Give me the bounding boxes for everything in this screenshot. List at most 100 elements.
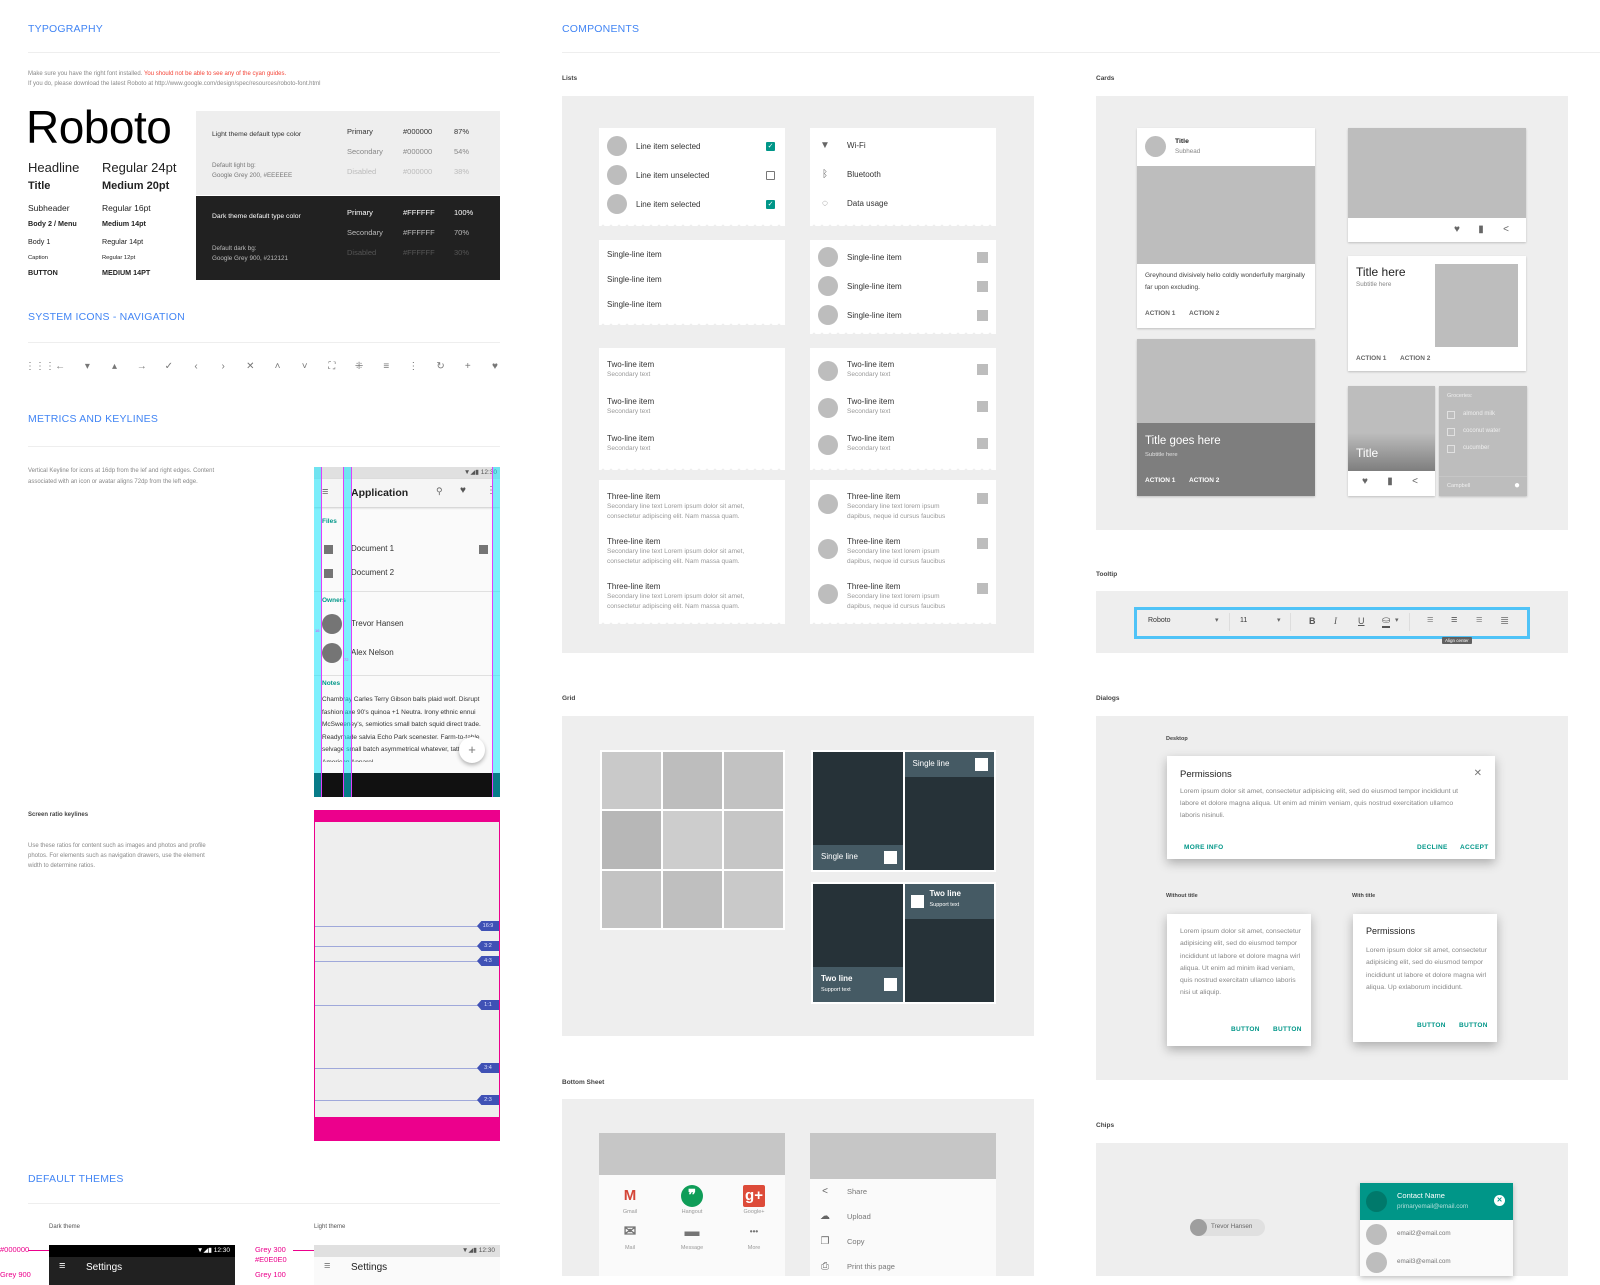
list-item-icon[interactable] xyxy=(977,493,988,504)
list-item-icon[interactable] xyxy=(977,438,988,449)
grid-tile[interactable]: Two line Support text xyxy=(904,884,994,1002)
contact-chip[interactable]: Trevor Hansen xyxy=(1190,1219,1265,1236)
search-icon[interactable]: ⚲ xyxy=(436,486,443,497)
list-item-primary[interactable]: Three-line item xyxy=(607,537,660,546)
list-item-primary[interactable]: Two-line item xyxy=(607,397,654,406)
list-item-icon[interactable] xyxy=(977,538,988,549)
align-left-icon[interactable]: ≡ xyxy=(1427,614,1433,626)
card-action-1[interactable]: ACTION 1 xyxy=(1145,477,1175,484)
share-app[interactable]: ••• More xyxy=(723,1221,785,1251)
list-item-label[interactable]: Line item selected xyxy=(636,142,700,151)
tile-checkbox[interactable] xyxy=(883,851,897,864)
font-select[interactable]: Roboto xyxy=(1148,617,1171,624)
grid-image-tile[interactable] xyxy=(602,870,661,928)
list-item-primary[interactable]: Three-line item xyxy=(847,492,900,501)
grid-image-tile[interactable] xyxy=(663,870,722,928)
fill-color-icon[interactable]: ⛀ xyxy=(1382,615,1391,628)
card-action-1[interactable]: ACTION 1 xyxy=(1356,355,1386,362)
underline-button[interactable]: U xyxy=(1358,616,1365,626)
place-icon[interactable]: ● xyxy=(1514,480,1520,491)
share-icon[interactable]: < xyxy=(1408,476,1422,487)
checkbox[interactable] xyxy=(1447,445,1455,453)
card-action-2[interactable]: ACTION 2 xyxy=(1400,355,1430,362)
share-app[interactable]: M Gmail xyxy=(599,1185,661,1215)
chevron-down-icon[interactable]: ▾ xyxy=(1215,616,1219,624)
remove-chip-icon[interactable]: ✕ xyxy=(1494,1195,1505,1206)
checkbox[interactable] xyxy=(766,171,775,180)
list-item-label[interactable]: Data usage xyxy=(847,199,888,208)
italic-button[interactable]: I xyxy=(1334,616,1337,626)
dialog-button[interactable]: BUTTON xyxy=(1231,1026,1260,1033)
share-app[interactable]: ❞ Hangout xyxy=(661,1185,723,1215)
list-item-icon[interactable] xyxy=(977,364,988,375)
grid-tile[interactable]: Two line Support text xyxy=(813,884,903,1002)
email-option[interactable]: email3@email.com xyxy=(1360,1248,1513,1276)
list-item-icon[interactable] xyxy=(977,281,988,292)
list-item[interactable]: Single-line item xyxy=(847,253,902,262)
chevron-down-icon[interactable]: ▾ xyxy=(1277,616,1281,624)
grid-image-tile[interactable] xyxy=(602,752,661,810)
file-action-icon[interactable] xyxy=(479,545,488,554)
checkbox[interactable] xyxy=(1447,428,1455,436)
share-icon[interactable]: < xyxy=(1499,224,1513,235)
list-item-label[interactable]: Line item unselected xyxy=(636,171,709,180)
grid-image-tile[interactable] xyxy=(663,752,722,810)
list-item[interactable]: Single-line item xyxy=(607,275,662,284)
list-item-primary[interactable]: Two-line item xyxy=(847,397,894,406)
close-icon[interactable]: ✕ xyxy=(1474,768,1482,779)
bookmark-icon[interactable]: ▮ xyxy=(1474,224,1488,235)
file-item[interactable]: Document 1 xyxy=(351,544,394,553)
share-app[interactable]: ▬ Message xyxy=(661,1221,723,1251)
list-item-icon[interactable] xyxy=(977,252,988,263)
font-size-select[interactable]: 11 xyxy=(1240,617,1247,624)
list-item-primary[interactable]: Two-line item xyxy=(607,360,654,369)
align-right-icon[interactable]: ≡ xyxy=(1476,614,1482,626)
fab-add-button[interactable]: + xyxy=(459,737,485,763)
list-item-label[interactable]: Bluetooth xyxy=(847,170,881,179)
list-item-primary[interactable]: Three-line item xyxy=(607,492,660,501)
grid-image-tile[interactable] xyxy=(663,811,722,869)
file-item[interactable]: Document 2 xyxy=(351,568,394,577)
favorite-icon[interactable]: ♥ xyxy=(1450,224,1464,235)
list-item-icon[interactable] xyxy=(977,401,988,412)
grid-image-tile[interactable] xyxy=(602,811,661,869)
tile-checkbox[interactable] xyxy=(975,758,988,771)
share-action[interactable]: ❐ Copy xyxy=(810,1231,996,1256)
owner-item[interactable]: Alex Nelson xyxy=(351,648,394,657)
list-item-primary[interactable]: Three-line item xyxy=(847,582,900,591)
dialog-button[interactable]: BUTTON xyxy=(1417,1022,1446,1029)
list-item[interactable]: Single-line item xyxy=(847,311,902,320)
card-action-2[interactable]: ACTION 2 xyxy=(1189,477,1219,484)
more-info-button[interactable]: MORE INFO xyxy=(1184,844,1224,851)
menu-icon[interactable]: ≡ xyxy=(322,486,328,498)
email-option[interactable]: email2@email.com xyxy=(1360,1220,1513,1248)
list-item-primary[interactable]: Two-line item xyxy=(847,434,894,443)
checkbox[interactable]: ✓ xyxy=(766,200,775,209)
tile-checkbox[interactable] xyxy=(910,895,924,908)
align-justify-icon[interactable]: ≣ xyxy=(1500,614,1509,627)
list-item-label[interactable]: Wi-Fi xyxy=(847,141,866,150)
dialog-button[interactable]: BUTTON xyxy=(1273,1026,1302,1033)
favorite-icon[interactable]: ♥ xyxy=(460,485,466,496)
grid-image-tile[interactable] xyxy=(724,752,783,810)
share-action[interactable]: ⎙ Print this page xyxy=(810,1256,996,1281)
list-item-icon[interactable] xyxy=(977,583,988,594)
grid-tile[interactable]: Single line xyxy=(813,752,903,870)
dialog-button[interactable]: BUTTON xyxy=(1459,1022,1488,1029)
checkbox[interactable] xyxy=(1447,411,1455,419)
owner-item[interactable]: Trevor Hansen xyxy=(351,619,404,628)
share-app[interactable]: ✉ Mail xyxy=(599,1221,661,1251)
decline-button[interactable]: DECLINE xyxy=(1417,844,1448,851)
card-action-2[interactable]: ACTION 2 xyxy=(1189,310,1219,317)
grid-image-tile[interactable] xyxy=(724,870,783,928)
font-note-link[interactable]: If you do, please download the latest Ro… xyxy=(28,81,321,87)
list-item-primary[interactable]: Two-line item xyxy=(607,434,654,443)
card-action-1[interactable]: ACTION 1 xyxy=(1145,310,1175,317)
grid-image-tile[interactable] xyxy=(724,811,783,869)
bold-button[interactable]: B xyxy=(1309,616,1316,626)
checkbox[interactable]: ✓ xyxy=(766,142,775,151)
list-item-label[interactable]: Line item selected xyxy=(636,200,700,209)
menu-icon[interactable]: ≡ xyxy=(324,1260,330,1272)
list-item-icon[interactable] xyxy=(977,310,988,321)
list-item-primary[interactable]: Two-line item xyxy=(847,360,894,369)
